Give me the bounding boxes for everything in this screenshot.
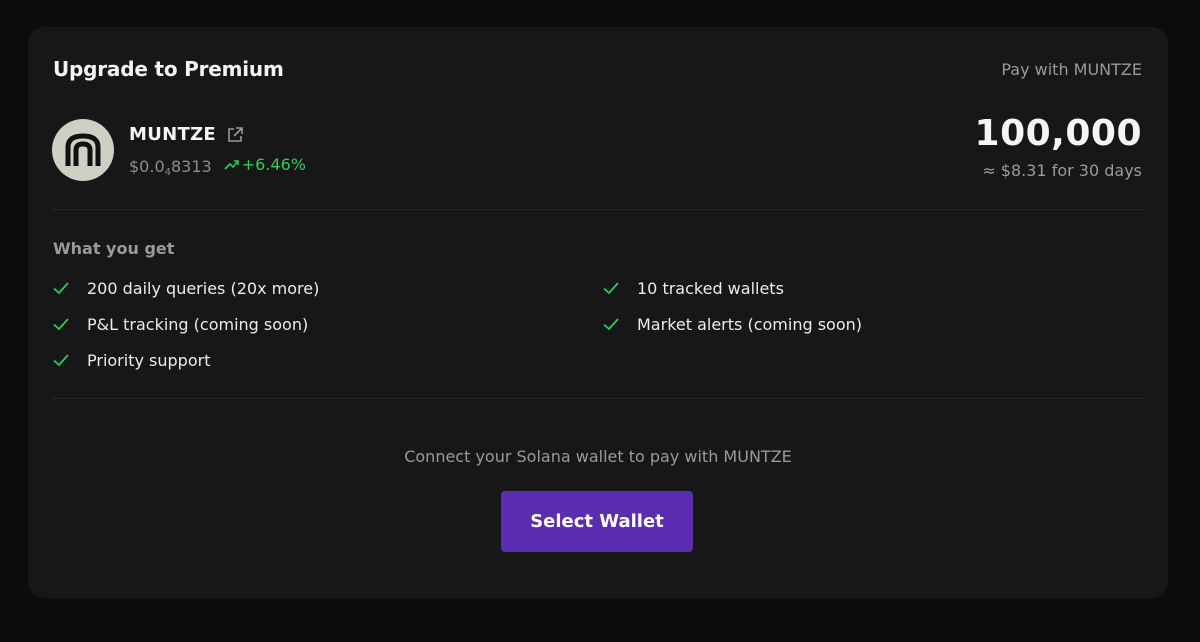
token-price-row: $0.048313 +6.46%: [129, 155, 306, 178]
muntze-logo-icon: [52, 119, 114, 181]
connect-wallet-prompt: Connect your Solana wallet to pay with M…: [404, 447, 792, 466]
check-icon: [52, 315, 70, 333]
features-title: What you get: [53, 239, 175, 258]
feature-item: 10 tracked wallets: [602, 277, 1142, 299]
external-link-icon[interactable]: [226, 126, 244, 144]
token-name-row: MUNTZE: [129, 124, 244, 145]
divider: [52, 209, 1142, 210]
feature-item: Market alerts (coming soon): [602, 313, 1142, 335]
feature-label: 200 daily queries (20x more): [87, 278, 320, 298]
price-change: +6.46%: [224, 155, 306, 174]
usd-equivalent: ≈ $8.31 for 30 days: [982, 161, 1142, 180]
token-price: $0.048313: [129, 156, 212, 178]
price-change-value: +6.46%: [241, 155, 306, 174]
feature-label: Market alerts (coming soon): [637, 314, 862, 334]
token-amount: 100,000: [974, 113, 1142, 154]
feature-item: 200 daily queries (20x more): [52, 277, 602, 299]
select-wallet-button[interactable]: Select Wallet: [501, 491, 693, 552]
check-icon: [52, 351, 70, 369]
feature-item: Priority support: [52, 349, 602, 371]
pay-with-label: Pay with MUNTZE: [1001, 60, 1142, 79]
feature-label: P&L tracking (coming soon): [87, 314, 309, 334]
check-icon: [602, 315, 620, 333]
premium-upgrade-card: Upgrade to Premium Pay with MUNTZE MUNTZ…: [28, 27, 1168, 598]
check-icon: [52, 279, 70, 297]
feature-label: 10 tracked wallets: [637, 278, 784, 298]
check-icon: [602, 279, 620, 297]
token-name: MUNTZE: [129, 124, 217, 145]
divider: [52, 398, 1142, 399]
feature-label: Priority support: [87, 350, 211, 370]
card-title: Upgrade to Premium: [53, 57, 284, 81]
trending-up-icon: [224, 158, 240, 172]
features-list: 200 daily queries (20x more) 10 tracked …: [52, 277, 1142, 371]
feature-item: P&L tracking (coming soon): [52, 313, 602, 335]
